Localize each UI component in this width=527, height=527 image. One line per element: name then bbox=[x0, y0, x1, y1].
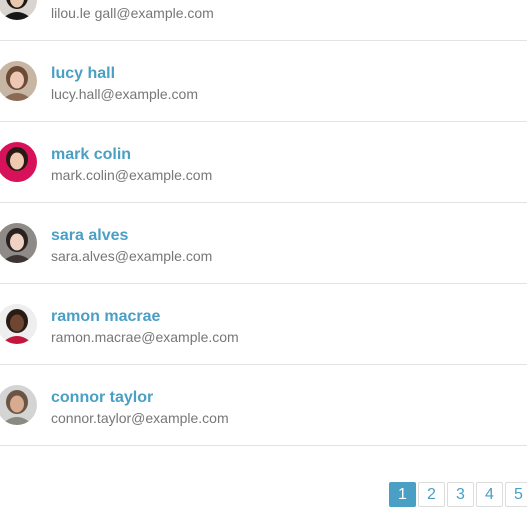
list-item[interactable]: lilou.le gall@example.com bbox=[0, 0, 527, 41]
user-avatar-icon bbox=[0, 385, 37, 425]
avatar bbox=[0, 223, 37, 263]
list-item[interactable]: sara alves sara.alves@example.com bbox=[0, 203, 527, 284]
page-button-1[interactable]: 1 bbox=[389, 482, 416, 507]
user-name-link[interactable]: lucy hall bbox=[51, 65, 115, 83]
page-button-5[interactable]: 5 bbox=[505, 482, 527, 507]
user-email: lilou.le gall@example.com bbox=[51, 5, 214, 21]
user-avatar-icon bbox=[0, 0, 37, 20]
page-button-4[interactable]: 4 bbox=[476, 482, 503, 507]
user-avatar-icon bbox=[0, 223, 37, 263]
user-email: lucy.hall@example.com bbox=[51, 86, 199, 102]
list-item[interactable]: ramon macrae ramon.macrae@example.com bbox=[0, 284, 527, 365]
avatar bbox=[0, 304, 37, 344]
user-avatar-icon bbox=[0, 142, 37, 182]
user-avatar-icon bbox=[0, 304, 37, 344]
user-name-link[interactable]: ramon macrae bbox=[51, 308, 160, 326]
list-item[interactable]: mark colin mark.colin@example.com bbox=[0, 122, 527, 203]
avatar bbox=[0, 0, 37, 20]
user-name-link[interactable]: connor taylor bbox=[51, 389, 153, 407]
user-list: lilou.le gall@example.com lucy hall lucy.h… bbox=[0, 0, 527, 446]
user-avatar-icon bbox=[0, 61, 37, 101]
user-email: connor.taylor@example.com bbox=[51, 410, 229, 426]
pagination: 12345 bbox=[389, 482, 527, 507]
avatar bbox=[0, 142, 37, 182]
list-item[interactable]: connor taylor connor.taylor@example.com bbox=[0, 365, 527, 446]
user-list-page: lilou.le gall@example.com lucy hall lucy.h… bbox=[0, 0, 527, 527]
list-item[interactable]: lucy hall lucy.hall@example.com bbox=[0, 41, 527, 122]
user-email: ramon.macrae@example.com bbox=[51, 329, 239, 345]
user-email: mark.colin@example.com bbox=[51, 167, 213, 183]
avatar bbox=[0, 61, 37, 101]
user-name-link[interactable]: sara alves bbox=[51, 227, 128, 245]
avatar bbox=[0, 385, 37, 425]
page-button-2[interactable]: 2 bbox=[418, 482, 445, 507]
page-button-3[interactable]: 3 bbox=[447, 482, 474, 507]
user-email: sara.alves@example.com bbox=[51, 248, 213, 264]
user-name-link[interactable]: mark colin bbox=[51, 146, 131, 164]
